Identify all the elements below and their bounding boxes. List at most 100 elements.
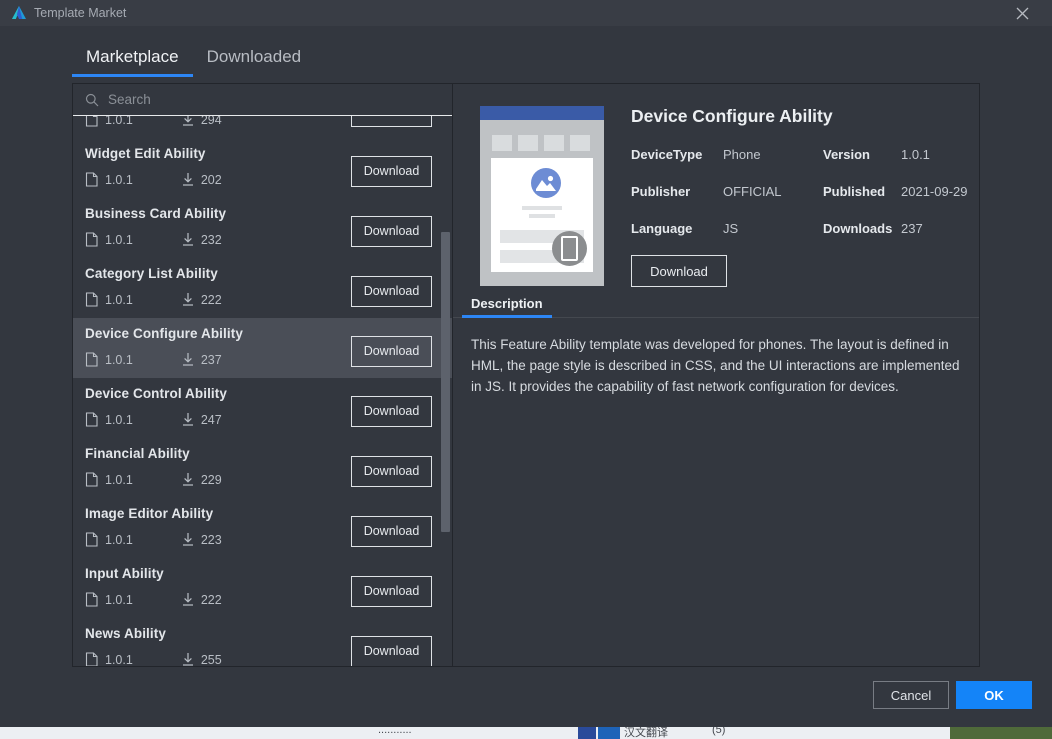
template-version: 1.0.1 (105, 116, 133, 127)
row-download-button[interactable]: Download (351, 156, 432, 187)
template-downloads: 255 (200, 652, 222, 667)
template-version: 1.0.1 (105, 172, 133, 187)
template-meta: 1.0.1 202 (85, 172, 222, 187)
template-list-item[interactable]: Financial Ability 1.0.1 229 Download (73, 438, 452, 498)
row-download-button[interactable]: Download (351, 576, 432, 607)
detail-key-publisher: Publisher (631, 184, 691, 199)
detail-key-language: Language (631, 221, 693, 236)
template-downloads: 223 (200, 532, 222, 547)
detail-value-language: JS (723, 221, 739, 236)
template-name: Input Ability (85, 566, 164, 581)
template-meta: 1.0.1 222 (85, 592, 222, 607)
template-name: Device Configure Ability (85, 326, 243, 341)
deveco-logo-icon (12, 6, 26, 19)
template-meta: 1.0.1 229 (85, 472, 222, 487)
close-icon[interactable] (1000, 0, 1044, 26)
detail-key-published: Published (823, 184, 886, 199)
template-downloads: 229 (200, 472, 222, 487)
cancel-button[interactable]: Cancel (873, 681, 949, 709)
desktop-taskbar-sliver: ........... 汉文翻译 (5) (0, 726, 1052, 739)
list-scrollbar[interactable] (441, 116, 450, 666)
row-download-button[interactable]: Download (351, 116, 432, 127)
template-downloads: 202 (200, 172, 222, 187)
download-arrow-icon (181, 292, 201, 307)
file-icon (85, 472, 105, 487)
image-placeholder-icon (531, 168, 561, 198)
template-list: 1.0.1 294 Download Widget Edit Ability 1.0.1… (73, 116, 452, 666)
row-download-button[interactable]: Download (351, 216, 432, 247)
template-market-dialog: Template Market Marketplace Downloaded 1… (0, 0, 1052, 727)
file-icon (85, 292, 105, 307)
template-name: Category List Ability (85, 266, 218, 281)
template-version: 1.0.1 (105, 352, 133, 367)
download-arrow-icon (181, 412, 201, 427)
template-list-item[interactable]: 1.0.1 294 Download (73, 116, 452, 138)
tab-downloaded[interactable]: Downloaded (193, 46, 316, 77)
search-icon (85, 93, 99, 106)
taskbar-text-left: ........... (378, 726, 412, 736)
detail-value-publisher: OFFICIAL (723, 184, 782, 199)
list-scrollbar-thumb[interactable] (441, 232, 450, 532)
file-icon (85, 232, 105, 247)
template-meta: 1.0.1 222 (85, 292, 222, 307)
template-meta: 1.0.1 255 (85, 652, 222, 666)
template-downloads: 232 (200, 232, 222, 247)
search-input[interactable] (108, 92, 452, 107)
dialog-footer: Cancel OK (0, 667, 1052, 727)
template-list-viewport: 1.0.1 294 Download Widget Edit Ability 1.0.1… (73, 116, 452, 666)
template-meta: 1.0.1 223 (85, 532, 222, 547)
row-download-button[interactable]: Download (351, 456, 432, 487)
template-list-item[interactable]: Input Ability 1.0.1 222 Download (73, 558, 452, 618)
template-version: 1.0.1 (105, 232, 133, 247)
description-tab-bar: Description (453, 284, 979, 318)
thumb-line (522, 206, 562, 210)
template-list-item[interactable]: Category List Ability 1.0.1 222 Download (73, 258, 452, 318)
template-list-item[interactable]: Device Configure Ability 1.0.1 237 Download (73, 318, 452, 378)
search-bar (73, 84, 452, 116)
template-list-item[interactable]: Business Card Ability 1.0.1 232 Download (73, 198, 452, 258)
taskbar-wallpaper-strip (950, 726, 1052, 739)
row-download-button[interactable]: Download (351, 636, 432, 666)
thumb-titlebar (480, 106, 604, 120)
detail-title: Device Configure Ability (631, 106, 833, 126)
template-list-item[interactable]: Image Editor Ability 1.0.1 223 Download (73, 498, 452, 558)
thumb-card (491, 158, 593, 272)
row-download-button[interactable]: Download (351, 516, 432, 547)
content-area: 1.0.1 294 Download Widget Edit Ability 1.0.1… (72, 83, 980, 667)
download-arrow-icon (181, 652, 201, 666)
tab-marketplace[interactable]: Marketplace (72, 46, 193, 77)
thumb-chip (492, 135, 512, 151)
window-title: Template Market (34, 6, 127, 20)
template-meta: 1.0.1 237 (85, 352, 222, 367)
template-list-item[interactable]: News Ability 1.0.1 255 Download (73, 618, 452, 666)
template-meta: 1.0.1 294 (85, 116, 222, 127)
row-download-button[interactable]: Download (351, 336, 432, 367)
detail-download-button[interactable]: Download (631, 255, 727, 287)
template-name: News Ability (85, 626, 166, 641)
file-icon (85, 352, 105, 367)
download-arrow-icon (181, 352, 201, 367)
download-arrow-icon (181, 472, 201, 487)
tab-bar: Marketplace Downloaded (72, 46, 315, 82)
tab-description[interactable]: Description (462, 296, 552, 318)
thumb-chip (518, 135, 538, 151)
download-arrow-icon (181, 116, 201, 127)
template-name: Widget Edit Ability (85, 146, 206, 161)
template-list-item[interactable]: Widget Edit Ability 1.0.1 202 Download (73, 138, 452, 198)
detail-key-devicetype: DeviceType (631, 147, 703, 162)
template-version: 1.0.1 (105, 292, 133, 307)
download-arrow-icon (181, 532, 201, 547)
file-icon (85, 116, 105, 127)
template-version: 1.0.1 (105, 592, 133, 607)
row-download-button[interactable]: Download (351, 396, 432, 427)
download-arrow-icon (181, 232, 201, 247)
template-meta: 1.0.1 247 (85, 412, 222, 427)
template-detail-panel: Device Configure Ability DeviceType Phon… (453, 84, 979, 666)
file-icon (85, 652, 105, 666)
detail-key-downloads: Downloads (823, 221, 893, 236)
detail-value-published: 2021-09-29 (901, 184, 968, 199)
template-name: Business Card Ability (85, 206, 227, 221)
row-download-button[interactable]: Download (351, 276, 432, 307)
template-list-item[interactable]: Device Control Ability 1.0.1 247 Download (73, 378, 452, 438)
ok-button[interactable]: OK (956, 681, 1032, 709)
